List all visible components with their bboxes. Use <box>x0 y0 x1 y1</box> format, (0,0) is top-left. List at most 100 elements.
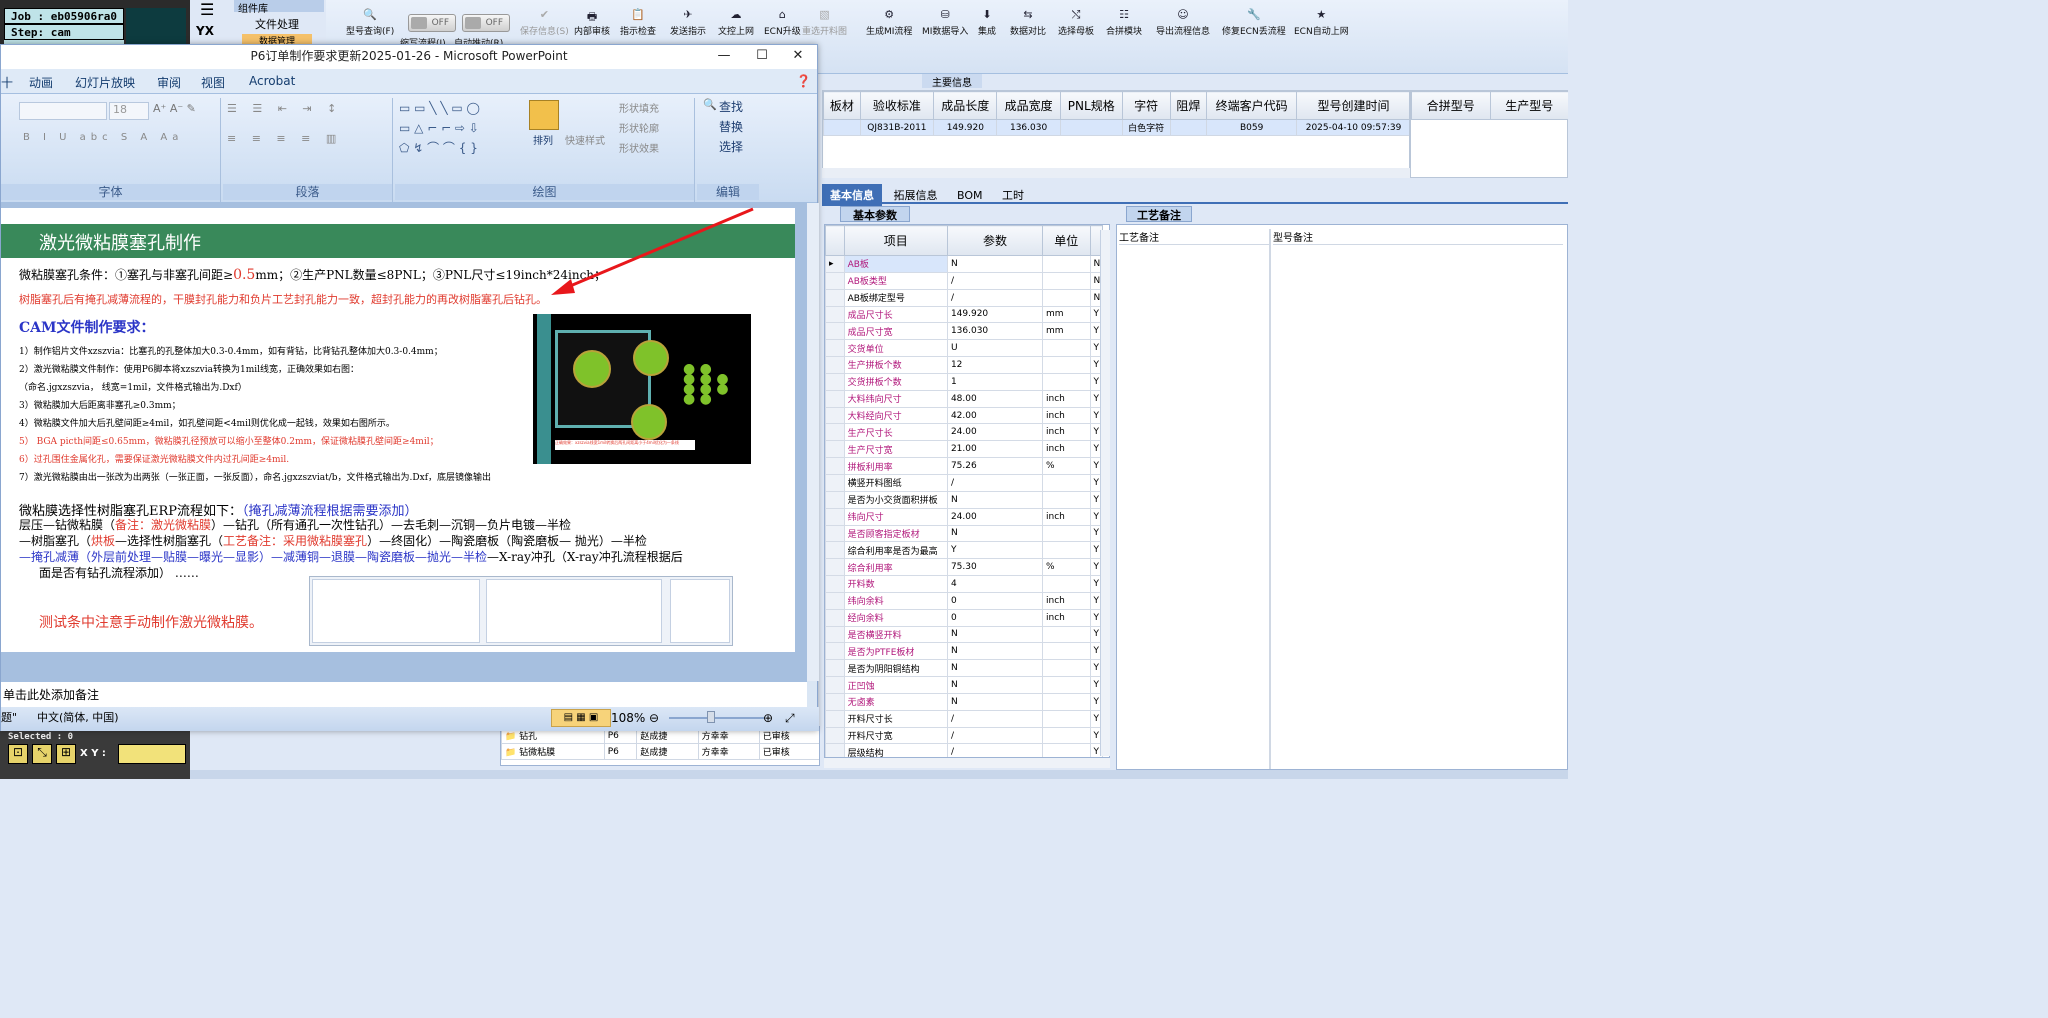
toolbar-button-10[interactable]: ⚙ 生成MI流程 <box>866 8 912 58</box>
param-row[interactable]: 生产尺寸宽 21.00 inch Y <box>825 440 1104 459</box>
param-value[interactable]: N <box>946 659 1044 678</box>
param-row[interactable]: 成品尺寸宽 136.030 mm Y <box>825 322 1104 341</box>
cam-measure-icon[interactable]: ⤡ <box>32 744 52 764</box>
param-value[interactable]: 48.00 <box>946 389 1044 408</box>
row-selector[interactable] <box>825 457 845 475</box>
toolbar-button-13[interactable]: ⇆ 数据对比 <box>1010 8 1046 58</box>
toolbar-button-16[interactable]: ☺ 导出流程信息 <box>1156 8 1210 58</box>
toggle-switch-2[interactable]: OFF <box>462 14 510 32</box>
grow-font-icon[interactable]: A⁺ A⁻ ✎ <box>153 102 196 115</box>
merge-model-header[interactable]: 合拼型号 <box>1411 91 1491 120</box>
row-selector[interactable] <box>825 524 845 543</box>
row-selector[interactable] <box>825 608 845 627</box>
param-row[interactable]: 是否为小交货面积拼板 N Y <box>825 490 1104 509</box>
tab-basic-params[interactable]: 基本参数 <box>840 206 910 222</box>
param-value[interactable]: 42.00 <box>946 406 1044 425</box>
menu-icon[interactable]: ☰ <box>200 0 214 19</box>
zoom-slider[interactable] <box>669 717 765 719</box>
main-cell[interactable] <box>823 119 861 136</box>
row-selector[interactable] <box>825 473 845 492</box>
param-value[interactable]: N <box>946 642 1044 661</box>
notes-pane[interactable]: 单击此处添加备注 <box>1 681 807 707</box>
list-icons[interactable]: ☰ ☰ ⇤ ⇥ ↕ <box>227 102 342 115</box>
row-selector[interactable] <box>825 305 845 324</box>
param-row[interactable]: 综合利用率是否为最高 Y Y <box>825 541 1104 560</box>
param-value[interactable]: 12 <box>946 356 1044 374</box>
tab-slideshow[interactable]: 幻灯片放映 <box>75 74 135 91</box>
param-row[interactable]: AB板绑定型号 / N <box>825 288 1104 307</box>
row-selector[interactable] <box>825 709 845 728</box>
param-row[interactable]: 开料数 4 Y <box>825 575 1104 593</box>
maximize-icon[interactable]: ☐ <box>745 45 779 67</box>
main-col-header[interactable]: 终端客户代码 <box>1206 91 1298 120</box>
row-selector[interactable] <box>825 406 845 425</box>
param-row[interactable]: 横竖开料图纸 / Y <box>825 473 1104 492</box>
align-icons[interactable]: ≡ ≡ ≡ ≡ ▥ <box>227 132 342 145</box>
cam-grid-icon[interactable]: ⊞ <box>56 744 76 764</box>
unit-header[interactable]: 单位 <box>1042 225 1091 256</box>
row-selector[interactable] <box>825 271 845 290</box>
param-value[interactable]: 75.30 <box>946 558 1044 577</box>
main-col-header[interactable]: 成品长度 <box>933 91 998 120</box>
main-col-header[interactable]: 型号创建时间 <box>1296 91 1409 120</box>
row-selector[interactable] <box>825 676 845 694</box>
main-col-header[interactable]: PNL规格 <box>1059 91 1123 120</box>
param-row[interactable]: 成品尺寸长 149.920 mm Y <box>825 305 1104 324</box>
zoom-level[interactable]: 108% <box>611 707 645 729</box>
param-value[interactable]: 24.00 <box>946 423 1044 442</box>
param-value[interactable]: 0 <box>946 591 1044 610</box>
param-value[interactable]: N <box>946 255 1044 273</box>
param-value[interactable]: 0 <box>946 608 1044 627</box>
param-row[interactable]: 大料经向尺寸 42.00 inch Y <box>825 406 1104 425</box>
param-value[interactable]: / <box>946 271 1044 290</box>
row-selector[interactable] <box>825 642 845 661</box>
tab-animation[interactable]: 动画 <box>29 74 53 91</box>
toggle-switch-1[interactable]: OFF <box>408 14 456 32</box>
view-buttons[interactable]: ▤ ▦ ▣ <box>551 709 611 727</box>
row-selector[interactable] <box>825 288 845 307</box>
tab-view[interactable]: 视图 <box>201 74 225 91</box>
param-row[interactable]: 交货拼板个数 1 Y <box>825 372 1104 391</box>
main-cell[interactable]: QJ831B-2011 <box>859 119 935 136</box>
param-value[interactable]: / <box>946 709 1044 728</box>
toolbar-button-12[interactable]: ⬇ 集成 <box>978 8 996 58</box>
main-col-header[interactable]: 字符 <box>1121 91 1171 120</box>
param-row[interactable]: AB板类型 / N <box>825 271 1104 290</box>
param-row[interactable]: 交货单位 U Y <box>825 339 1104 358</box>
param-row[interactable]: 经向余料 0 inch Y <box>825 608 1104 627</box>
row-selector[interactable] <box>825 726 845 745</box>
param-value[interactable]: / <box>946 726 1044 745</box>
param-row[interactable]: 纬向尺寸 24.00 inch Y <box>825 507 1104 526</box>
row-selector[interactable] <box>825 440 845 459</box>
param-value[interactable]: 1 <box>946 372 1044 391</box>
param-row[interactable]: 拼板利用率 75.26% Y <box>825 457 1104 475</box>
replace-button[interactable]: 替换 <box>719 118 743 135</box>
main-col-header[interactable]: 阻焊 <box>1169 91 1208 120</box>
row-selector[interactable] <box>825 389 845 408</box>
arrange-icon[interactable] <box>529 100 559 130</box>
row-selector[interactable] <box>825 692 845 711</box>
toolbar-button-15[interactable]: ☷ 合拼模块 <box>1106 8 1142 58</box>
row-selector[interactable] <box>825 339 845 358</box>
close-icon[interactable]: ✕ <box>781 45 815 67</box>
slide-scrollbar[interactable] <box>807 203 819 681</box>
tab-extended-info[interactable]: 拓展信息 <box>886 184 946 206</box>
toolbar-button-18[interactable]: ★ ECN自动上网 <box>1294 8 1349 58</box>
row-selector[interactable] <box>825 743 845 757</box>
param-row[interactable]: 层级结构 / Y <box>825 743 1104 757</box>
row-selector[interactable] <box>825 625 845 644</box>
row-selector[interactable] <box>825 558 845 577</box>
param-value[interactable]: / <box>946 473 1044 492</box>
help-icon[interactable]: ❓ <box>796 74 811 88</box>
param-value[interactable]: / <box>946 288 1044 307</box>
param-row[interactable]: 开料尺寸长 / Y <box>825 709 1104 728</box>
main-col-header[interactable]: 验收标准 <box>859 91 935 120</box>
param-row[interactable]: 大料纬向尺寸 48.00 inch Y <box>825 389 1104 408</box>
quick-style-button[interactable]: 快速样式 <box>565 132 605 147</box>
shape-outline-button[interactable]: 形状轮廓 <box>619 120 659 135</box>
row-selector[interactable] <box>825 490 845 509</box>
shape-effect-button[interactable]: 形状效果 <box>619 140 659 155</box>
row-selector[interactable] <box>825 575 845 593</box>
main-col-header[interactable]: 板材 <box>823 91 861 120</box>
select-button[interactable]: 选择 <box>719 138 743 155</box>
